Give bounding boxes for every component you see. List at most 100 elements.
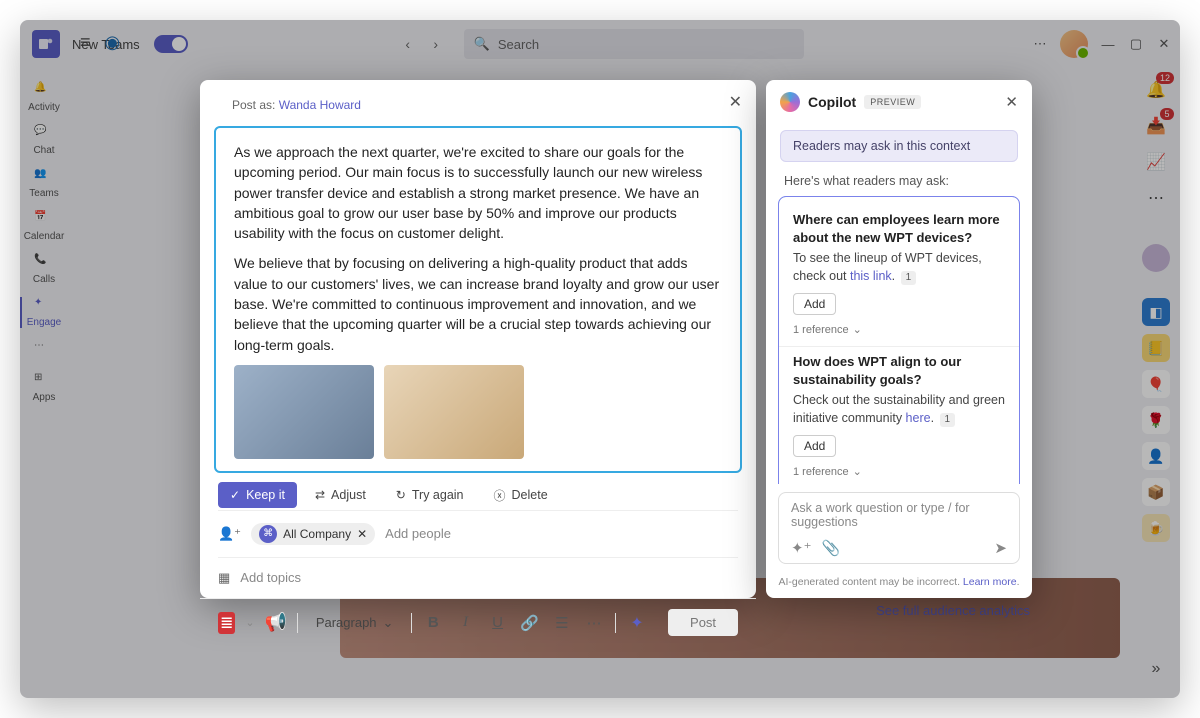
editor-paragraph: We believe that by focusing on deliverin… <box>234 253 722 354</box>
apps-icon: ⊞ <box>34 372 54 392</box>
try-again-button[interactable]: ↻Try again <box>384 482 476 508</box>
nav-calendar[interactable]: 📅Calendar <box>20 205 68 248</box>
rail-tile-6[interactable]: 📦 <box>1142 478 1170 506</box>
compose-close-button[interactable]: ✕ <box>729 92 742 112</box>
overflow-button[interactable]: ⋯ <box>1142 184 1170 212</box>
link-button[interactable]: 🔗 <box>519 609 541 637</box>
check-icon: ✓ <box>230 488 240 502</box>
context-pill[interactable]: Readers may ask in this context <box>780 130 1018 162</box>
keep-it-button[interactable]: ✓Keep it <box>218 482 297 508</box>
nav-activity[interactable]: 🔔Activity <box>20 76 68 119</box>
ai-action-bar: ✓Keep it ⇄Adjust ↻Try again ⓧDelete <box>200 473 756 510</box>
button-label: Delete <box>512 488 548 502</box>
editor[interactable]: As we approach the next quarter, we're e… <box>214 126 742 473</box>
nav-label: Activity <box>28 102 60 113</box>
rail-tile-4[interactable]: 🌹 <box>1142 406 1170 434</box>
nav-label: Apps <box>33 392 56 403</box>
underline-button[interactable]: U <box>487 609 509 637</box>
paragraph-style-dropdown[interactable]: Paragraph ⌄ <box>308 611 402 635</box>
attached-image-1[interactable] <box>234 365 374 459</box>
copilot-button[interactable]: ✦ <box>626 609 648 637</box>
rail-tile-5[interactable]: 👤 <box>1142 442 1170 470</box>
nav-apps[interactable]: ⊞Apps <box>20 366 68 409</box>
chevron-down-icon: ⌄ <box>853 465 862 478</box>
adjust-button[interactable]: ⇄Adjust <box>303 482 378 508</box>
nav-label: Engage <box>27 317 61 328</box>
copilot-input-placeholder: Ask a work question or type / for sugges… <box>791 501 1007 529</box>
post-button[interactable]: Post <box>668 609 738 636</box>
chip-label: All Company <box>283 527 351 541</box>
copilot-logo-icon <box>780 92 800 112</box>
announcement-icon[interactable]: 📢 <box>265 612 287 633</box>
refresh-icon: ↻ <box>396 488 406 502</box>
audience-icon: 👤⁺ <box>218 526 241 542</box>
sparkle-icon[interactable]: ✦⁺ <box>791 539 812 557</box>
inbox-badge: 5 <box>1160 108 1174 120</box>
notifications-button[interactable]: 🔔12 <box>1142 76 1170 104</box>
window-maximize-button[interactable]: ▢ <box>1128 36 1144 52</box>
user-avatar[interactable] <box>1060 30 1088 58</box>
attached-image-2[interactable] <box>384 365 524 459</box>
suggestion-link[interactable]: this link <box>850 269 892 283</box>
post-as-name-link[interactable]: Wanda Howard <box>279 98 361 112</box>
new-teams-toggle[interactable] <box>154 35 188 53</box>
nav-chat[interactable]: 💬Chat <box>20 119 68 162</box>
toolbar-more-button[interactable]: ⋯ <box>583 609 605 637</box>
reference-toggle[interactable]: 1 reference ⌄ <box>793 465 1005 478</box>
more-icon[interactable]: ⋯ <box>1032 36 1048 52</box>
rail-tile-2[interactable]: 📒 <box>1142 334 1170 362</box>
chevron-down-icon[interactable]: ⌄ <box>245 616 254 629</box>
copilot-title: Copilot <box>808 94 856 110</box>
bold-button[interactable]: B <box>422 609 444 637</box>
topics-icon: ▦ <box>218 570 230 586</box>
nav-calls[interactable]: 📞Calls <box>20 248 68 291</box>
learn-more-link[interactable]: Learn more <box>963 576 1017 588</box>
audience-chip[interactable]: ⌘ All Company ✕ <box>251 523 375 545</box>
suggestions-box: Where can employees learn more about the… <box>778 196 1020 484</box>
calendar-icon: 📅 <box>34 211 54 231</box>
rail-avatar[interactable] <box>1142 244 1170 272</box>
suggestion-link[interactable]: here <box>906 411 931 425</box>
nav-teams[interactable]: 👥Teams <box>20 162 68 205</box>
add-suggestion-button[interactable]: Add <box>793 293 836 315</box>
nav-label: Chat <box>33 145 54 156</box>
add-suggestion-button[interactable]: Add <box>793 435 836 457</box>
nav-forward-button[interactable]: › <box>424 32 448 56</box>
suggestion-card: Where can employees learn more about the… <box>779 205 1019 346</box>
window-close-button[interactable]: ✕ <box>1156 36 1172 52</box>
italic-button[interactable]: I <box>454 609 476 637</box>
nav-engage[interactable]: ✦Engage <box>20 291 68 334</box>
teams-logo-icon <box>32 30 60 58</box>
attach-icon[interactable]: 📎 <box>822 539 841 557</box>
engage-app-icon: ◉ <box>105 32 121 53</box>
audience-analytics-link[interactable]: See full audience analytics <box>876 603 1030 618</box>
analytics-button[interactable]: 📈 <box>1142 148 1170 176</box>
expand-rail-button[interactable]: » <box>1152 660 1161 678</box>
inbox-button[interactable]: 📥5 <box>1142 112 1170 140</box>
reference-badge[interactable]: 1 <box>940 413 956 427</box>
copilot-close-button[interactable]: ✕ <box>1005 93 1018 111</box>
list-button[interactable]: ☰ <box>551 609 573 637</box>
rail-tile-7[interactable]: 🍺 <box>1142 514 1170 542</box>
copilot-panel: Copilot PREVIEW ✕ Readers may ask in thi… <box>766 80 1032 598</box>
nav-more[interactable]: ⋯ <box>20 334 68 366</box>
window-minimize-button[interactable]: — <box>1100 36 1116 52</box>
suggestion-answer: Check out the sustainability and green i… <box>793 392 1005 427</box>
search-input[interactable]: 🔍 Search <box>464 29 804 59</box>
rail-tile-1[interactable]: ◧ <box>1142 298 1170 326</box>
compose-toolbar: ≣ ⌄ 📢 Paragraph ⌄ B I U 🔗 ☰ ⋯ ✦ Post <box>200 598 756 651</box>
chip-remove-icon[interactable]: ✕ <box>357 527 367 541</box>
send-button[interactable]: ➤ <box>994 539 1007 557</box>
hamburger-icon[interactable]: ≡ <box>80 32 91 53</box>
delete-button[interactable]: ⓧDelete <box>482 481 560 510</box>
reference-toggle[interactable]: 1 reference ⌄ <box>793 323 1005 336</box>
add-topics-input[interactable]: Add topics <box>240 570 301 585</box>
rail-tile-3[interactable]: 🎈 <box>1142 370 1170 398</box>
post-type-button[interactable]: ≣ <box>218 612 235 634</box>
reference-badge[interactable]: 1 <box>901 271 917 285</box>
copilot-input[interactable]: Ask a work question or type / for sugges… <box>778 492 1020 564</box>
notification-badge: 12 <box>1156 72 1174 84</box>
ellipsis-icon: ⋯ <box>34 340 54 360</box>
add-people-input[interactable]: Add people <box>385 526 451 541</box>
nav-back-button[interactable]: ‹ <box>396 32 420 56</box>
